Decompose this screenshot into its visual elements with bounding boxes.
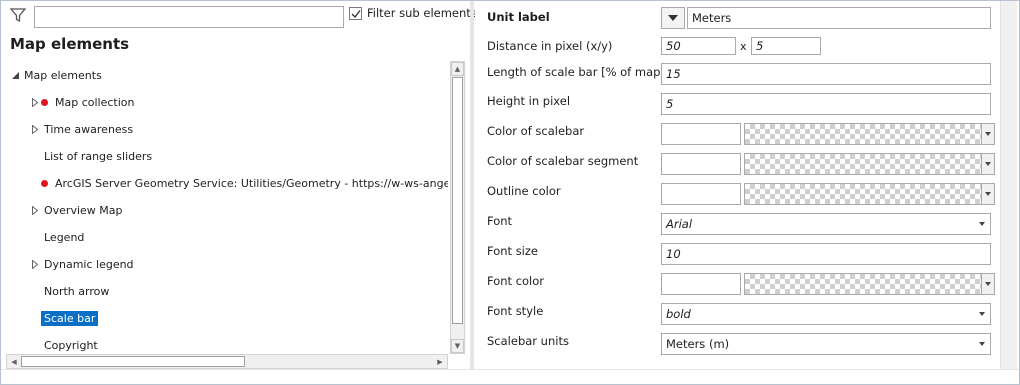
- outline-color-field[interactable]: [661, 183, 741, 205]
- tree-item-label: List of range sliders: [44, 149, 153, 163]
- scroll-thumb[interactable]: [452, 77, 463, 324]
- font-color-label: Font color: [487, 274, 545, 288]
- chevron-down-icon: [668, 15, 678, 21]
- tree-item-label: Dynamic legend: [44, 257, 134, 271]
- tree-horizontal-scrollbar[interactable]: ◀ ▶: [6, 354, 448, 369]
- tree-collapsed-icon[interactable]: [29, 205, 41, 215]
- length-of-scale-bar-label: Length of scale bar [% of map]: [487, 65, 665, 79]
- tree-item[interactable]: Legend: [29, 227, 87, 247]
- distance-in-pixel-label: Distance in pixel (x/y): [487, 39, 613, 53]
- chevron-down-icon[interactable]: [981, 184, 994, 204]
- height-in-pixel-label: Height in pixel: [487, 94, 571, 108]
- tree-item-label: Scale bar: [41, 310, 99, 326]
- outline-color-picker[interactable]: [744, 183, 995, 205]
- chevron-down-icon[interactable]: [981, 274, 994, 294]
- outline-color-label: Outline color: [487, 184, 561, 198]
- color-of-scalebar-field[interactable]: [661, 123, 741, 145]
- map-elements-tree: Map elements Map collection Time awareness…: [6, 59, 448, 354]
- chevron-down-icon: [979, 222, 985, 226]
- font-color-picker[interactable]: [744, 273, 995, 295]
- tree-collapsed-icon[interactable]: [29, 97, 41, 107]
- tree-item-label: Map elements: [24, 68, 102, 82]
- font-value: Arial: [666, 217, 693, 231]
- distance-x-field[interactable]: 50: [661, 37, 736, 55]
- scroll-down-button[interactable]: ▼: [451, 339, 464, 353]
- tree-item[interactable]: Scale bar: [29, 308, 99, 328]
- tree-item-label: North arrow: [44, 284, 110, 298]
- tree-item-label: ArcGIS Server Geometry Service: Utilitie…: [55, 176, 448, 190]
- font-style-value: bold: [666, 307, 691, 321]
- tree-item[interactable]: Copyright: [29, 335, 101, 354]
- font-style-select[interactable]: bold: [661, 303, 991, 325]
- font-color-field[interactable]: [661, 273, 741, 295]
- tree-item-label: Legend: [44, 230, 85, 244]
- error-dot-icon: [41, 179, 48, 187]
- scalebar-units-value: Meters (m): [666, 337, 730, 351]
- tree-item[interactable]: Map collection: [29, 92, 138, 112]
- length-of-scale-bar-field[interactable]: 15: [661, 63, 991, 85]
- chevron-down-icon[interactable]: [981, 154, 994, 174]
- font-style-label: Font style: [487, 304, 544, 318]
- tree-item-label: Map collection: [55, 95, 135, 109]
- filter-sub-elements-label: Filter sub elements: [367, 6, 477, 20]
- tree-item[interactable]: Overview Map: [29, 200, 126, 220]
- tree-item-label: Copyright: [44, 338, 98, 352]
- distance-y-field[interactable]: 5: [751, 37, 821, 55]
- tree-collapsed-icon[interactable]: [29, 124, 41, 134]
- tree-item[interactable]: North arrow: [29, 281, 112, 301]
- chevron-down-icon[interactable]: [981, 124, 994, 144]
- unit-label-field[interactable]: Meters: [687, 7, 991, 29]
- tree-item-label: Overview Map: [44, 203, 123, 217]
- error-dot-icon: [41, 98, 48, 106]
- color-of-scalebar-segment-label: Color of scalebar segment: [487, 154, 639, 168]
- color-of-scalebar-segment-picker[interactable]: [744, 153, 995, 175]
- scroll-up-button[interactable]: ▲: [451, 62, 464, 76]
- filter-icon: [9, 7, 27, 23]
- chevron-down-icon: [979, 342, 985, 346]
- scalebar-units-select[interactable]: Meters (m): [661, 333, 991, 355]
- color-of-scalebar-picker[interactable]: [744, 123, 995, 145]
- tree-vertical-scrollbar[interactable]: ▲ ▼: [450, 61, 465, 354]
- filter-input[interactable]: [34, 6, 344, 28]
- tree-item[interactable]: Time awareness: [29, 119, 136, 139]
- scroll-left-button[interactable]: ◀: [7, 355, 21, 368]
- tree-item[interactable]: ArcGIS Server Geometry Service: Utilitie…: [29, 173, 448, 193]
- panel-splitter[interactable]: [470, 1, 474, 369]
- font-select[interactable]: Arial: [661, 213, 991, 235]
- map-elements-panel: Filter sub elements Map elements Map ele…: [1, 1, 477, 384]
- height-in-pixel-field[interactable]: 5: [661, 93, 991, 115]
- font-size-field[interactable]: 10: [661, 243, 991, 265]
- font-size-label: Font size: [487, 244, 538, 258]
- font-label: Font: [487, 214, 513, 228]
- tree-item[interactable]: List of range sliders: [29, 146, 155, 166]
- color-of-scalebar-label: Color of scalebar: [487, 124, 585, 138]
- distance-separator: x: [740, 40, 747, 53]
- tree-item-label: Time awareness: [44, 122, 134, 136]
- tree-expanded-icon[interactable]: [9, 71, 21, 79]
- properties-vertical-scrollbar[interactable]: [1000, 1, 1017, 369]
- hscroll-thumb[interactable]: [21, 356, 245, 367]
- unit-label-label: Unit label: [487, 10, 550, 24]
- scroll-right-button[interactable]: ▶: [433, 355, 447, 368]
- panel-title: Map elements: [10, 35, 130, 53]
- filter-sub-elements-checkbox[interactable]: [349, 7, 362, 20]
- scalebar-units-label: Scalebar units: [487, 334, 569, 348]
- chevron-down-icon: [979, 312, 985, 316]
- properties-panel: Unit label Meters Distance in pixel (x/y…: [475, 1, 998, 369]
- unit-label-dropdown-button[interactable]: [661, 7, 685, 29]
- bottom-status-strip: [1, 369, 1019, 384]
- tree-collapsed-icon[interactable]: [29, 259, 41, 269]
- color-of-scalebar-segment-field[interactable]: [661, 153, 741, 175]
- tree-item[interactable]: Dynamic legend: [29, 254, 137, 274]
- tree-item[interactable]: Map elements: [9, 65, 105, 85]
